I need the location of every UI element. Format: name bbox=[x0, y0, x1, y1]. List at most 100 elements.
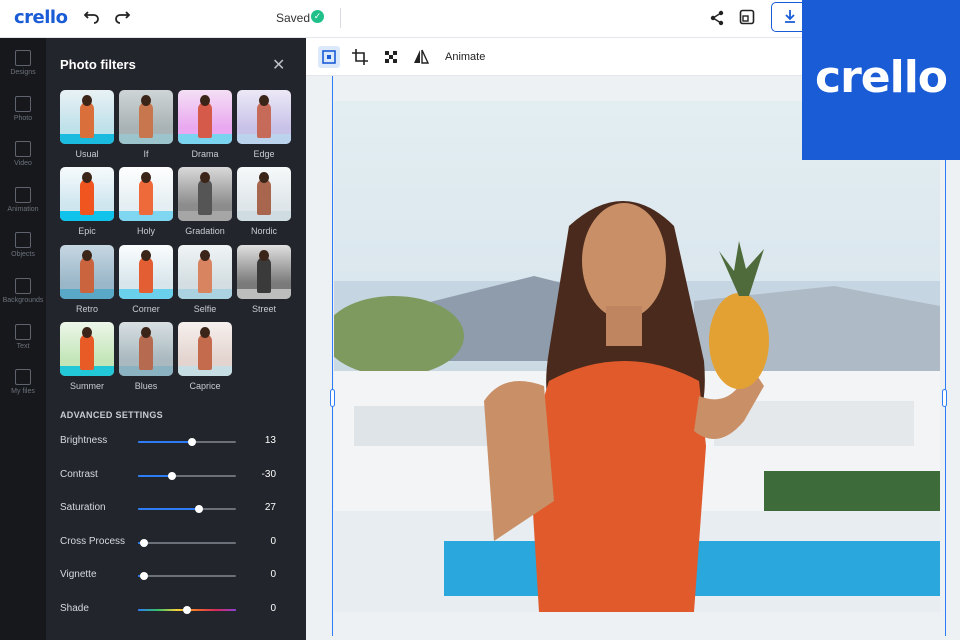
filter-retro[interactable]: Retro bbox=[60, 244, 114, 314]
filter-nordic[interactable]: Nordic bbox=[237, 167, 291, 236]
rail-item-video[interactable]: Video bbox=[0, 141, 46, 167]
slider-track[interactable] bbox=[138, 605, 236, 614]
close-icon[interactable]: ✕ bbox=[272, 55, 285, 75]
filter-label: Edge bbox=[253, 149, 275, 159]
filter-holy[interactable]: Holy bbox=[119, 167, 173, 236]
filter-epic[interactable]: Epic bbox=[60, 167, 114, 236]
slider-knob[interactable] bbox=[183, 605, 191, 614]
filter-thumbnail bbox=[178, 321, 232, 376]
advanced-settings-heading: ADVANCED SETTINGS bbox=[60, 410, 163, 420]
share-icon[interactable] bbox=[708, 9, 726, 27]
panel-title: Photo filters bbox=[60, 57, 136, 72]
filter-thumbnail bbox=[60, 167, 114, 222]
slider-track[interactable] bbox=[138, 505, 236, 513]
saved-status: Saved bbox=[276, 11, 311, 25]
slider-brightness: Brightness 13 bbox=[60, 433, 290, 453]
slider-track[interactable] bbox=[138, 471, 236, 480]
text-icon bbox=[15, 323, 31, 340]
slider-knob[interactable] bbox=[195, 505, 203, 513]
slider-label: Vignette bbox=[60, 569, 97, 580]
filter-label: Epic bbox=[78, 226, 96, 237]
filter-thumbnail bbox=[60, 90, 114, 144]
filter-label: Caprice bbox=[189, 380, 221, 391]
rail-item-designs[interactable]: Designs bbox=[0, 50, 46, 76]
filter-drama[interactable]: Drama bbox=[178, 90, 232, 159]
filter-selfie[interactable]: Selfie bbox=[178, 244, 232, 314]
rail-item-backgrounds[interactable]: Backgrounds bbox=[0, 278, 46, 304]
filter-caprice[interactable]: Caprice bbox=[178, 321, 232, 391]
crop-icon[interactable] bbox=[349, 46, 371, 68]
filter-thumbnail bbox=[119, 244, 173, 299]
filter-corner[interactable]: Corner bbox=[119, 244, 173, 314]
slider-track[interactable] bbox=[138, 538, 236, 547]
filter-thumbnail bbox=[60, 321, 114, 376]
transparency-icon[interactable] bbox=[380, 46, 402, 68]
redo-icon[interactable] bbox=[112, 8, 132, 28]
slider-saturation: Saturation 27 bbox=[60, 500, 290, 520]
play-icon bbox=[15, 141, 31, 158]
flip-icon[interactable] bbox=[410, 46, 432, 68]
image-icon bbox=[15, 95, 31, 112]
rail-label: Animation bbox=[7, 205, 39, 213]
slider-value: 0 bbox=[270, 602, 276, 614]
slider-track[interactable] bbox=[138, 438, 236, 446]
slider-knob[interactable] bbox=[188, 438, 196, 446]
resize-handle-left[interactable] bbox=[330, 389, 335, 407]
slider-contrast: Contrast -30 bbox=[60, 467, 290, 487]
rail-item-photo[interactable]: Photo bbox=[0, 95, 46, 122]
rail-item-my-files[interactable]: My files bbox=[0, 369, 46, 395]
slider-shade: Shade 0 bbox=[60, 601, 290, 621]
slider-label: Brightness bbox=[60, 435, 108, 446]
filter-thumbnail bbox=[237, 167, 291, 222]
filter-label: Retro bbox=[75, 303, 98, 314]
filter-label: If bbox=[143, 149, 149, 159]
filter-usual[interactable]: Usual bbox=[60, 90, 114, 159]
filter-street[interactable]: Street bbox=[237, 244, 291, 314]
rail-item-animation[interactable]: Animation bbox=[0, 186, 46, 213]
undo-icon[interactable] bbox=[82, 8, 102, 28]
slider-value: -30 bbox=[261, 468, 276, 480]
cloud-check-icon: ✓ bbox=[311, 10, 324, 23]
side-rail: Designs Photo Video Animation Objects Backgro… bbox=[0, 38, 46, 640]
filter-thumbnail bbox=[119, 167, 173, 222]
rail-label: Designs bbox=[10, 69, 36, 76]
rail-label: Text bbox=[16, 342, 30, 350]
crello-brand-logo: crello bbox=[814, 52, 948, 103]
resize-icon[interactable] bbox=[739, 9, 755, 25]
slider-knob[interactable] bbox=[140, 538, 148, 547]
select-tool-icon[interactable] bbox=[318, 46, 340, 68]
resize-handle-right[interactable] bbox=[942, 389, 947, 407]
rail-item-text[interactable]: Text bbox=[0, 323, 46, 350]
rail-item-objects[interactable]: Objects bbox=[0, 232, 46, 258]
crello-logo[interactable]: crello bbox=[14, 7, 68, 28]
slider-label: Saturation bbox=[60, 502, 106, 513]
filter-edge[interactable]: Edge bbox=[237, 90, 291, 159]
animate-button[interactable]: Animate bbox=[445, 51, 485, 63]
filter-thumbnail bbox=[60, 244, 114, 299]
filter-if[interactable]: If bbox=[119, 90, 173, 159]
filter-thumbnail bbox=[178, 90, 232, 144]
slider-label: Contrast bbox=[60, 468, 98, 480]
rail-label: Backgrounds bbox=[2, 297, 44, 304]
slider-track[interactable] bbox=[138, 572, 236, 580]
rail-label: Photo bbox=[13, 114, 33, 122]
slider-label: Shade bbox=[60, 602, 89, 614]
slider-value: 13 bbox=[264, 435, 276, 446]
filter-thumbnail bbox=[119, 321, 173, 376]
filter-label: Street bbox=[251, 303, 276, 314]
filter-label: Summer bbox=[69, 380, 104, 391]
filter-blues[interactable]: Blues bbox=[119, 321, 173, 391]
filter-summer[interactable]: Summer bbox=[60, 321, 114, 391]
slider-knob[interactable] bbox=[140, 572, 148, 580]
filter-label: Gradation bbox=[185, 226, 225, 237]
rail-label: Objects bbox=[11, 251, 35, 259]
shapes-icon bbox=[15, 232, 31, 249]
slider-knob[interactable] bbox=[168, 471, 176, 480]
filter-gradation[interactable]: Gradation bbox=[178, 167, 232, 236]
rail-label: Video bbox=[14, 160, 32, 168]
filter-label: Nordic bbox=[250, 226, 277, 237]
filter-thumbnail bbox=[237, 244, 291, 299]
divider bbox=[340, 8, 341, 28]
slider-cross-process: Cross Process 0 bbox=[60, 534, 290, 554]
filter-thumbnail bbox=[178, 244, 232, 299]
